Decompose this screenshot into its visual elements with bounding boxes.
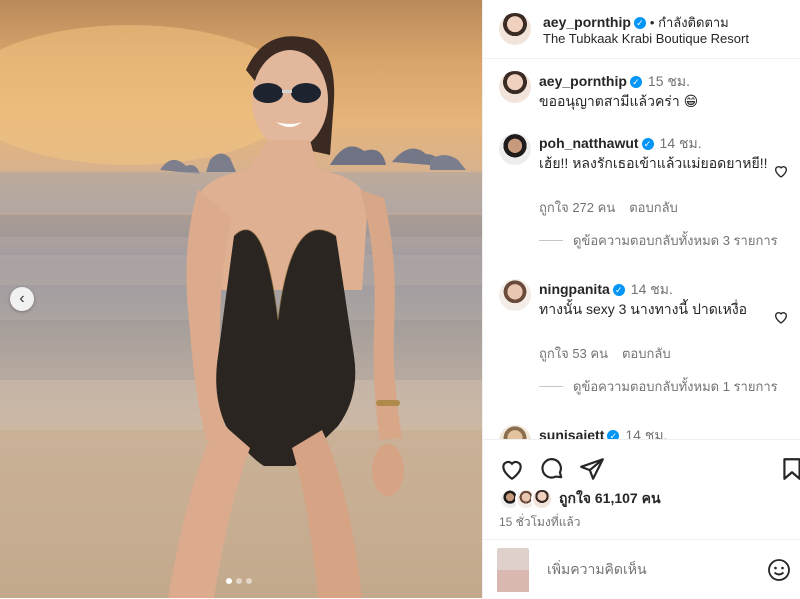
divider-line [539,386,563,387]
photo-illustration [0,25,482,598]
comment-avatar[interactable] [499,425,531,439]
verified-badge-icon: ✓ [633,17,646,29]
follow-status[interactable]: • กำลังติดตาม [650,15,729,30]
post-actions: ถูกใจ 61,107 คน 15 ชั่วโมงที่แล้ว [483,439,800,540]
comment-body: ningpanita ✓ 14 ชม. ทางนั้น sexy 3 นางทางน… [539,279,769,319]
liker-avatar [531,488,553,510]
comment-meta: ถูกใจ 272 คน ตอบกลับ [539,197,678,218]
caption-text: ขออนุญาตสามีแล้วคร่า 😁 [539,93,699,109]
author-line: aey_pornthip ✓ • กำลังติดตาม [543,12,729,33]
bookmark-icon[interactable] [779,456,800,482]
divider-line [539,240,563,241]
view-replies-text: ดูข้อความตอบกลับทั้งหมด 3 รายการ [573,233,778,248]
comment-username[interactable]: poh_natthawut [539,135,639,151]
post-header: aey_pornthip ✓ • กำลังติดตาม The Tubkaak K… [483,0,800,59]
likes-summary[interactable]: ถูกใจ 61,107 คน [499,488,661,510]
post-location[interactable]: The Tubkaak Krabi Boutique Resort [543,31,749,46]
emoji-icon[interactable] [767,558,791,582]
comment-avatar[interactable] [499,279,531,311]
verified-badge-icon: ✓ [641,138,654,150]
comment-likes[interactable]: ถูกใจ 272 คน [539,200,615,215]
verified-badge-icon: ✓ [629,76,642,88]
carousel-dot [246,578,252,584]
comment-username[interactable]: ningpanita [539,281,610,297]
comment-username[interactable]: sunisajett [539,427,604,439]
caption-time: 15 ชม. [647,73,690,89]
previous-photo-button[interactable]: ‹ [10,287,34,311]
comment-body: poh_natthawut ✓ 14 ชม. เฮ้ย!! หลงรักเธอเข้… [539,133,769,173]
view-replies-button[interactable]: ดูข้อความตอบกลับทั้งหมด 1 รายการ [539,377,785,396]
comments-list[interactable]: aey_pornthip ✓ 15 ชม. ขออนุญาตสามีแล้วคร่า… [483,59,800,439]
author-username[interactable]: aey_pornthip [543,14,631,30]
view-replies-button[interactable]: ดูข้อความตอบกลับทั้งหมด 3 รายการ [539,231,785,250]
author-avatar[interactable] [499,13,531,45]
comment-time: 14 ชม. [630,281,673,297]
post-side-panel: aey_pornthip ✓ • กำลังติดตาม The Tubkaak K… [482,0,800,598]
comment-input[interactable] [545,560,749,578]
comment-text: ทางนั้น sexy 3 นางทางนี้ ปาดเหงื่อ [539,301,748,317]
heart-icon[interactable] [773,309,789,325]
heart-icon[interactable] [773,163,789,179]
comment-time: 14 ชม. [659,135,702,151]
current-user-avatar [497,548,529,592]
comment-avatar[interactable] [499,133,531,165]
caption-body: aey_pornthip ✓ 15 ชม. ขออนุญาตสามีแล้วคร่า… [539,71,769,111]
view-replies-text: ดูข้อความตอบกลับทั้งหมด 1 รายการ [573,379,778,394]
comment-text: เฮ้ย!! หลงรักเธอเข้าแล้วแม่ยอดยาหยี!! [539,155,768,171]
post-timestamp[interactable]: 15 ชั่วโมงที่แล้ว [499,513,581,532]
caption-avatar[interactable] [499,71,531,103]
verified-badge-icon: ✓ [612,284,625,296]
comment-body: sunisajett ✓ 14 ชม. [539,425,769,439]
share-icon[interactable] [579,456,605,482]
reply-button[interactable]: ตอบกลับ [622,346,671,361]
likes-count[interactable]: ถูกใจ 61,107 คน [559,488,661,510]
comment-meta: ถูกใจ 53 คน ตอบกลับ [539,343,671,364]
verified-badge-icon: ✓ [607,430,620,439]
add-comment-bar [483,539,800,599]
caption-username[interactable]: aey_pornthip [539,73,627,89]
carousel-dots [226,578,252,584]
reply-button[interactable]: ตอบกลับ [629,200,678,215]
post-photo[interactable]: ‹ [0,0,482,598]
carousel-dot [226,578,232,584]
heart-icon[interactable] [499,456,525,482]
comment-time: 14 ชม. [625,427,668,439]
carousel-dot [236,578,242,584]
comment-icon[interactable] [539,456,565,482]
comment-likes[interactable]: ถูกใจ 53 คน [539,346,608,361]
chevron-left-icon: ‹ [19,290,25,307]
